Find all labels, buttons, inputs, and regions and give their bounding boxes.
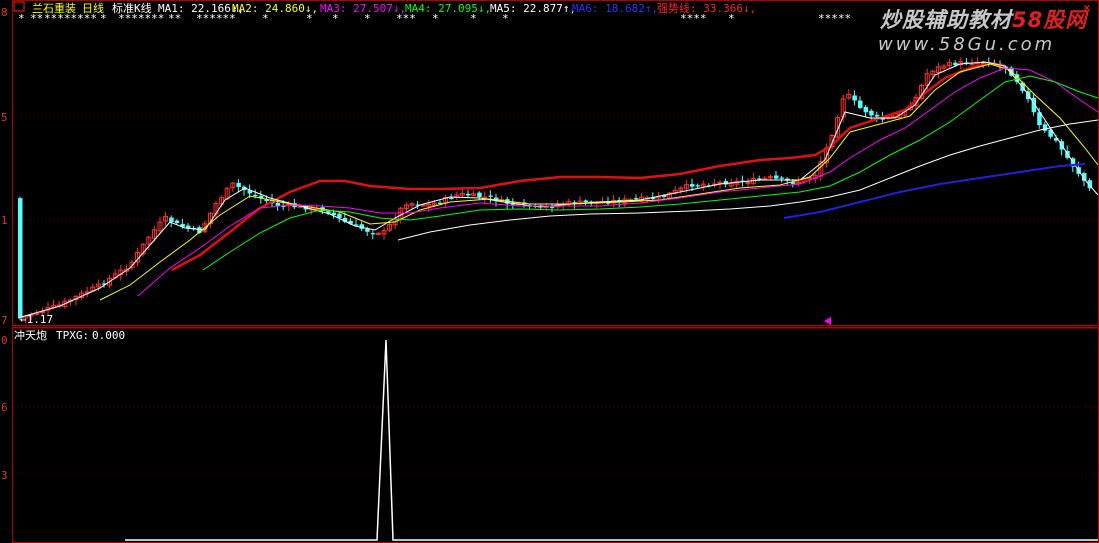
candle-body (858, 100, 863, 108)
ma-legend-item: MA6: 18.682↑, (572, 2, 658, 15)
minimize-icon[interactable] (13, 1, 25, 12)
signal-star: ***** (818, 12, 851, 25)
ma1-line (17, 61, 1099, 319)
strong-line (171, 61, 1006, 272)
signal-star: * (432, 12, 439, 25)
signal-star: ******** (44, 12, 97, 25)
candle-body (466, 193, 471, 196)
candle-body (370, 233, 376, 235)
stock-chart[interactable]: 8 5 1 7 0 6 3 兰石重装 日线 标准K线 MA1: 22.166↓,… (0, 0, 1099, 543)
candle-body (779, 177, 785, 179)
candle-body (550, 206, 555, 208)
low-price-marker: ←1.17 (20, 313, 53, 326)
signal-star: *** (396, 12, 416, 25)
candle-body (583, 200, 589, 203)
candle-body (169, 217, 174, 222)
candle-body (634, 198, 639, 200)
sub-panel-frame (12, 327, 1099, 543)
signal-star: * (470, 12, 477, 25)
candle-body (874, 114, 880, 117)
tpxg-line (125, 339, 1098, 541)
candle-body (174, 220, 180, 223)
candle-body (774, 175, 779, 179)
candle-body (695, 185, 701, 187)
signal-star: * (18, 12, 25, 25)
watermark-line1: 炒股辅助教材58股网 (880, 8, 1089, 32)
candle-body (488, 195, 493, 197)
ma-legend-item: MA4: 27.095↓, (405, 2, 491, 15)
signal-star: ** (168, 12, 181, 25)
price-label: 5 (1, 111, 8, 124)
ma-legend-item: 强势线: 33.366↓, (657, 1, 756, 15)
candle-body (757, 178, 762, 180)
signal-star: ** (30, 12, 43, 25)
signal-star: * (502, 12, 509, 25)
candle-body (690, 184, 695, 187)
signal-star: * (364, 12, 371, 25)
signal-star: ******* (118, 12, 164, 25)
candle-body (18, 198, 23, 318)
candle-body (275, 202, 281, 206)
sub-panel-header: 冲天炮 TPXG: 0.000 (14, 328, 125, 342)
signal-star: ****** (196, 12, 236, 25)
price-label: 1 (1, 214, 8, 227)
signal-star: * (262, 12, 269, 25)
signal-star: * (100, 12, 107, 25)
sub-axis-label: 0 (1, 334, 8, 347)
ma-legend: MA1: 22.166↓,MA2: 24.860↓, MA3: 27.507↓,M… (158, 1, 756, 15)
sub-axis: 0 6 3 (1, 334, 8, 482)
candlesticks (18, 57, 1093, 324)
candle-body (449, 197, 454, 200)
signal-star: * (332, 12, 339, 25)
price-label: 7 (1, 314, 8, 327)
signal-star: * (728, 12, 735, 25)
tpxg-label: TPXG: (56, 329, 89, 342)
candle-body (477, 192, 482, 198)
candle-body (236, 182, 241, 187)
candle-body (863, 106, 869, 113)
candle-body (869, 110, 874, 116)
price-axis: 8 5 1 7 (1, 6, 8, 327)
ma4-line (202, 75, 1099, 271)
signal-star: * (306, 12, 313, 25)
scroll-marker-icon[interactable] (824, 317, 831, 325)
candle-body (337, 213, 342, 218)
candle-body (852, 95, 857, 101)
watermark: 炒股辅助教材58股网 www.58Gu.com (878, 8, 1089, 55)
sub-axis-label: 3 (1, 469, 8, 482)
sub-panel-title: 冲天炮 (14, 328, 47, 342)
tpxg-value: 0.000 (92, 329, 125, 342)
sub-axis-label: 6 (1, 401, 8, 414)
signal-star: **** (680, 12, 707, 25)
candle-body (253, 194, 258, 197)
grid-lines (13, 116, 1098, 475)
watermark-line2: www.58Gu.com (878, 34, 1055, 55)
moving-average-lines (17, 61, 1099, 319)
price-label: 8 (1, 6, 8, 19)
